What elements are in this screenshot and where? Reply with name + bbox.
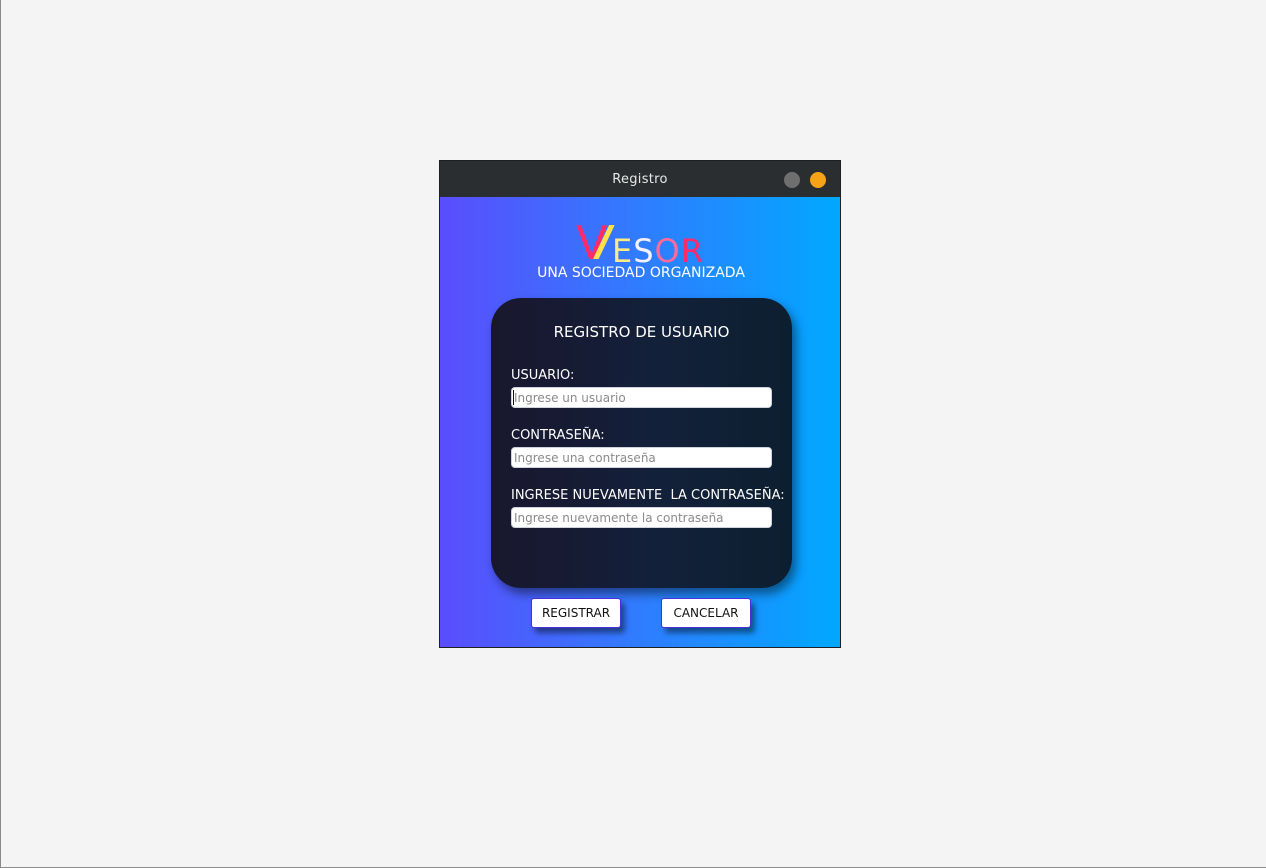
window-title: Registro	[612, 172, 668, 187]
minimize-button[interactable]	[784, 172, 800, 188]
tagline: UNA SOCIEDAD ORGANIZADA	[537, 265, 745, 281]
username-input[interactable]	[511, 387, 772, 408]
username-label: USUARIO:	[511, 368, 575, 383]
confirm-password-label: INGRESE NUEVAMENTE LA CONTRASEÑA:	[511, 488, 785, 503]
vesor-logo: V ESOR	[576, 219, 706, 267]
register-button[interactable]: REGISTRAR	[531, 598, 621, 628]
close-button[interactable]	[810, 172, 826, 188]
registro-window: Registro V ESOR UNA SOCIEDAD ORGANIZADA …	[439, 160, 841, 648]
window-titlebar[interactable]: Registro	[440, 161, 840, 197]
registration-card: REGISTRO DE USUARIO USUARIO: CONTRASEÑA:…	[491, 298, 792, 588]
password-label: CONTRASEÑA:	[511, 428, 605, 443]
text-cursor	[513, 390, 514, 405]
password-input[interactable]	[511, 447, 772, 468]
registration-panel: V ESOR UNA SOCIEDAD ORGANIZADA REGISTRO …	[440, 197, 840, 647]
form-title: REGISTRO DE USUARIO	[553, 323, 730, 341]
desktop-background: Registro V ESOR UNA SOCIEDAD ORGANIZADA …	[0, 0, 1266, 868]
cancel-button[interactable]: CANCELAR	[661, 598, 751, 628]
confirm-password-input[interactable]	[511, 507, 772, 528]
